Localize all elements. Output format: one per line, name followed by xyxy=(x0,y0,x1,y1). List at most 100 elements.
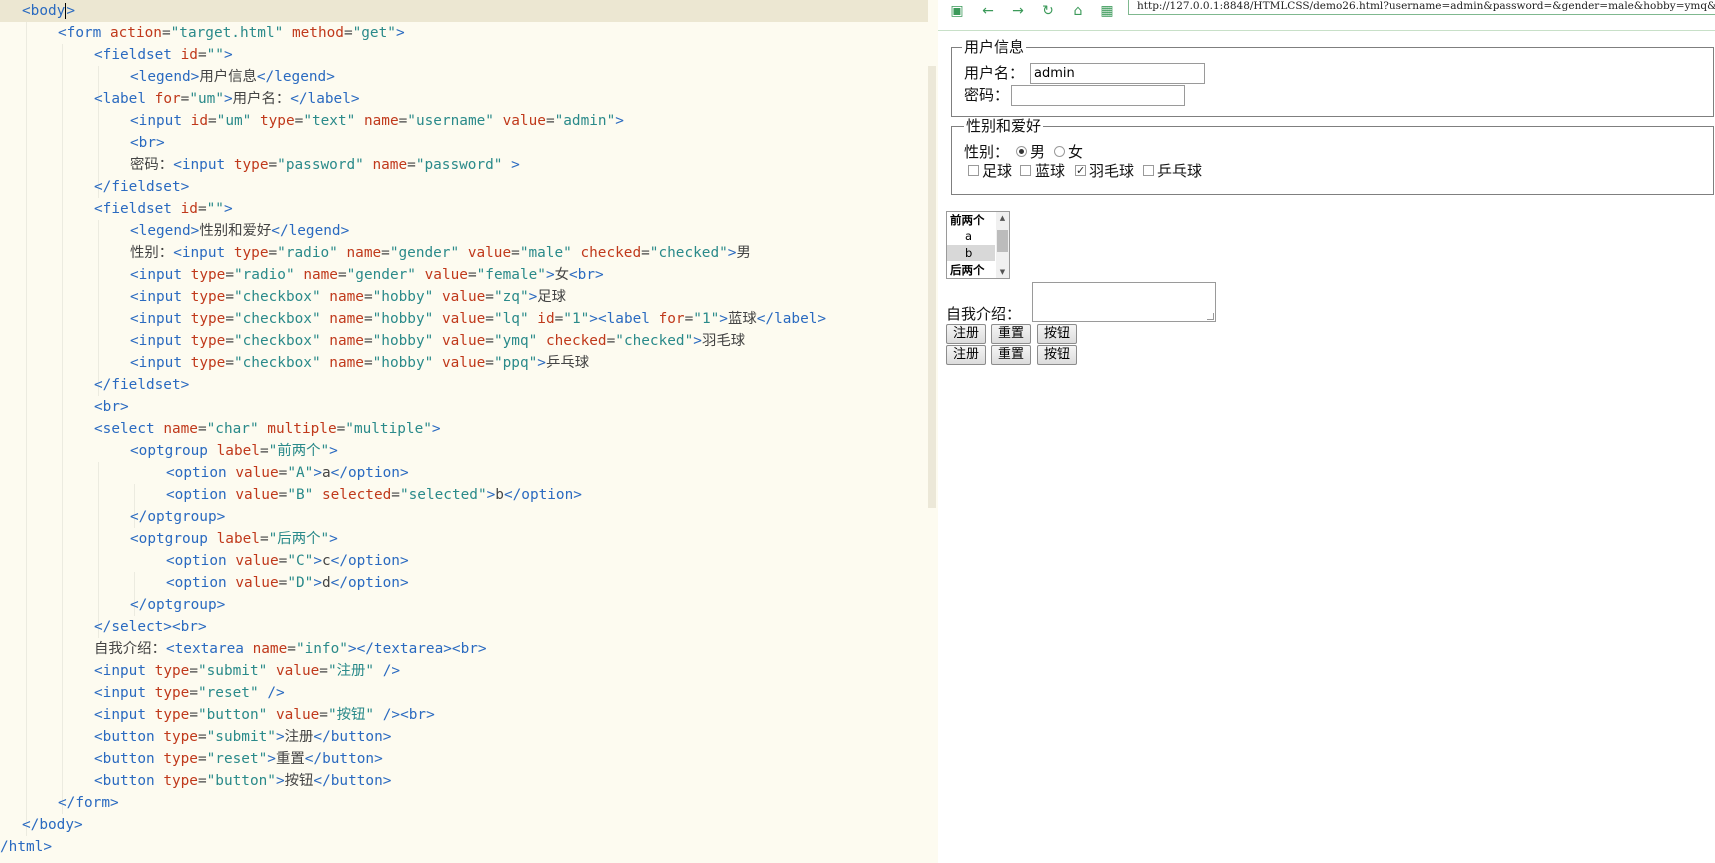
code-token: value xyxy=(441,311,486,327)
code-token: <br> xyxy=(569,267,604,283)
code-token: > xyxy=(329,443,338,459)
code-token: type xyxy=(163,729,198,745)
code-token: </option> xyxy=(330,553,409,569)
code-token: > xyxy=(313,465,322,481)
code-token: = xyxy=(294,113,304,129)
gender-hobby-fieldset xyxy=(951,126,1714,195)
code-token: value xyxy=(235,465,279,481)
code-token: type xyxy=(154,685,190,701)
code-token: /> xyxy=(382,707,401,723)
badminton-checkbox[interactable]: ✓ xyxy=(1075,165,1086,176)
code-token: "female" xyxy=(476,267,546,283)
code-token: id xyxy=(180,47,198,63)
code-token: </legend> xyxy=(271,223,350,239)
code-token: type xyxy=(190,267,226,283)
code-token: = xyxy=(278,465,288,481)
pingpong-checkbox[interactable] xyxy=(1143,165,1154,176)
code-token: type xyxy=(154,663,190,679)
intro-textarea[interactable] xyxy=(1032,282,1216,322)
plain-button[interactable]: 按钮 xyxy=(1037,345,1077,365)
code-line: <button type="submit">注册</button> xyxy=(0,726,391,748)
code-token: = xyxy=(259,531,269,547)
male-radio[interactable] xyxy=(1016,146,1027,157)
gender-label: 性别： xyxy=(964,143,1010,161)
code-token: </label> xyxy=(756,311,827,327)
reload-icon[interactable]: ↻ xyxy=(1039,2,1057,20)
code-token: = xyxy=(485,355,494,371)
browser-preview: ▣ ← → ↻ ⌂ ▦ http://127.0.0.1:8848/HTMLCS… xyxy=(938,0,1715,863)
basketball-checkbox[interactable] xyxy=(1020,165,1031,176)
code-token: <legend> xyxy=(130,69,200,85)
code-token: "checkbox" xyxy=(233,289,321,305)
code-token: "admin" xyxy=(554,113,616,129)
code-token: name xyxy=(346,245,382,261)
code-token: </option> xyxy=(330,465,409,481)
code-token: <br> xyxy=(94,399,129,415)
scroll-thumb[interactable] xyxy=(997,230,1008,252)
code-token: </fieldset> xyxy=(94,377,190,393)
reset-button[interactable]: 重置 xyxy=(991,345,1031,365)
code-token: = xyxy=(511,245,520,261)
plain-input-button[interactable]: 按钮 xyxy=(1037,324,1077,344)
code-token: "" xyxy=(206,47,224,63)
code-token: checked xyxy=(580,245,642,261)
terminal-icon[interactable]: ▣ xyxy=(948,2,966,20)
reset-input-button[interactable]: 重置 xyxy=(991,324,1031,344)
option-b[interactable]: b xyxy=(947,245,995,261)
submit-button[interactable]: 注册 xyxy=(946,345,986,365)
code-token: "后两个" xyxy=(268,531,330,547)
basketball-label[interactable]: 蓝球 xyxy=(1035,162,1065,180)
code-token: multiple xyxy=(267,421,337,437)
username-label[interactable]: 用户名： xyxy=(964,64,1024,82)
address-bar[interactable]: http://127.0.0.1:8848/HTMLCSS/demo26.htm… xyxy=(1128,0,1715,15)
select-scrollbar[interactable]: ▲ ▼ xyxy=(996,212,1009,278)
back-icon[interactable]: ← xyxy=(979,2,997,20)
code-token: id xyxy=(537,311,555,327)
code-token: "char" xyxy=(206,421,259,437)
forward-icon[interactable]: → xyxy=(1009,2,1027,20)
code-token: <button xyxy=(94,729,164,745)
code-line: <button type="button">按钮</button> xyxy=(0,770,391,792)
code-token: <br> xyxy=(400,707,435,723)
code-token: </textarea> xyxy=(356,641,452,657)
code-line: <form action="target.html" method="get"> xyxy=(0,22,405,44)
password-input[interactable] xyxy=(1011,85,1185,106)
code-token: > xyxy=(589,311,598,327)
char-select[interactable]: 前两个 a b 后两个 ▲ ▼ xyxy=(946,211,1010,279)
code-token: = xyxy=(363,355,373,371)
optgroup-first-two: 前两个 xyxy=(950,213,985,227)
submit-input-button[interactable]: 注册 xyxy=(946,324,986,344)
code-token: "checkbox" xyxy=(233,333,321,349)
code-token: = xyxy=(684,311,694,327)
code-token: = xyxy=(278,553,288,569)
code-token: value xyxy=(275,663,320,679)
option-a[interactable]: a xyxy=(947,228,995,244)
username-input[interactable]: admin xyxy=(1030,63,1205,84)
editor-scrollbar[interactable] xyxy=(928,66,936,508)
code-token: "ppq" xyxy=(493,355,538,371)
code-token: "注册" xyxy=(327,663,375,679)
football-checkbox[interactable] xyxy=(968,165,979,176)
code-token: name xyxy=(252,641,288,657)
lock-icon[interactable]: ⌂ xyxy=(1069,2,1087,20)
qr-icon[interactable]: ▦ xyxy=(1098,2,1116,20)
code-token: "按钮" xyxy=(327,707,375,723)
scroll-down-icon[interactable]: ▼ xyxy=(996,266,1009,278)
code-token: </button> xyxy=(304,751,383,767)
code-editor[interactable]: <body > <form action="target.html" method=… xyxy=(0,0,939,863)
intro-label: 自我介绍： xyxy=(946,305,1022,323)
code-token: type xyxy=(190,289,226,305)
scroll-up-icon[interactable]: ▲ xyxy=(996,212,1009,224)
female-radio[interactable] xyxy=(1054,146,1065,157)
code-token: "C" xyxy=(287,553,314,569)
code-token: </optgroup> xyxy=(130,509,226,525)
code-token: = xyxy=(225,355,234,371)
code-token: <body xyxy=(22,3,66,19)
code-token: = xyxy=(268,245,278,261)
code-token: "A" xyxy=(287,465,314,481)
code-token: label xyxy=(216,443,260,459)
code-token: = xyxy=(381,245,390,261)
